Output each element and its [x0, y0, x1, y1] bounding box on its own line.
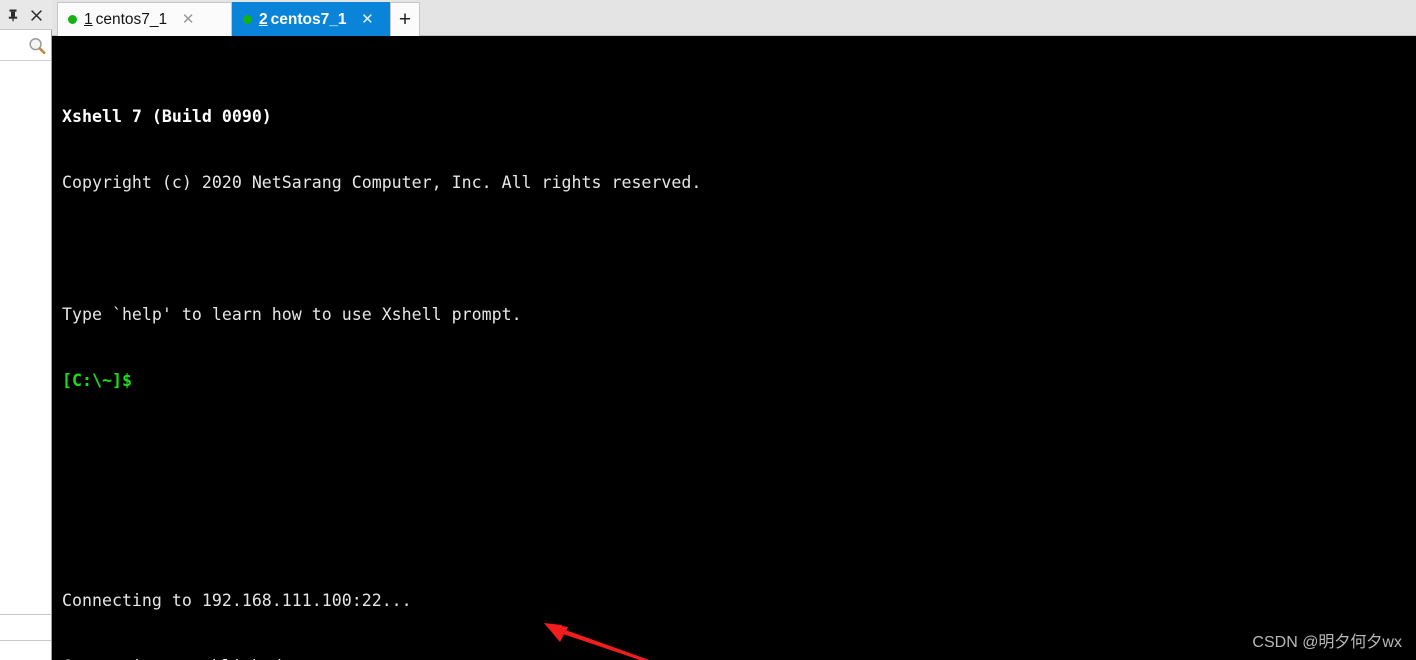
- pin-icon[interactable]: [2, 4, 24, 26]
- tab-bar: 1 centos7_1 ✕ 2 centos7_1 ✕ +: [52, 0, 1416, 36]
- terminal-line-banner-title: Xshell 7 (Build 0090): [62, 107, 272, 126]
- tab-label: centos7_1: [270, 10, 347, 28]
- session-panel-titlebar: [0, 0, 52, 30]
- tab-close-icon[interactable]: ✕: [179, 11, 197, 29]
- tab-number: 1: [84, 10, 93, 28]
- session-tree[interactable]: 7_1: [0, 62, 51, 614]
- watermark: CSDN @明夕何夕wx: [1252, 634, 1402, 651]
- terminal-line-established: Connection established.: [62, 656, 1321, 660]
- divider: [0, 640, 51, 641]
- terminal-text: Xshell 7 (Build 0090) Copyright (c) 2020…: [62, 40, 1321, 660]
- search-icon[interactable]: [27, 36, 47, 56]
- terminal-line-local-prompt: [C:\~]$: [62, 371, 132, 390]
- tab-status-dot-icon: [68, 15, 77, 24]
- tab-label: centos7_1: [95, 10, 168, 28]
- session-panel-footer: os7_1 168: [0, 614, 51, 660]
- xshell-window: 7_1 os7_1 168 1 centos7_1 ✕ 2 centos7_1 …: [0, 0, 1416, 660]
- terminal-line-connecting: Connecting to 192.168.111.100:22...: [62, 591, 412, 610]
- tab-close-icon[interactable]: ✕: [358, 11, 376, 29]
- terminal-output-pane[interactable]: Xshell 7 (Build 0090) Copyright (c) 2020…: [52, 36, 1416, 660]
- new-tab-button[interactable]: +: [390, 2, 420, 36]
- tab-centos7_1-session2[interactable]: 2 centos7_1 ✕: [232, 2, 390, 36]
- session-panel-toolbar: [0, 31, 51, 61]
- session-manager-panel: 7_1 os7_1 168: [0, 0, 52, 660]
- tab-centos7_1-session1[interactable]: 1 centos7_1 ✕: [57, 2, 232, 36]
- terminal-line-copyright: Copyright (c) 2020 NetSarang Computer, I…: [62, 173, 702, 192]
- tab-number: 2: [259, 10, 268, 28]
- terminal-line-help-hint: Type `help' to learn how to use Xshell p…: [62, 305, 522, 324]
- tab-status-dot-icon: [243, 15, 252, 24]
- close-icon[interactable]: [25, 4, 47, 26]
